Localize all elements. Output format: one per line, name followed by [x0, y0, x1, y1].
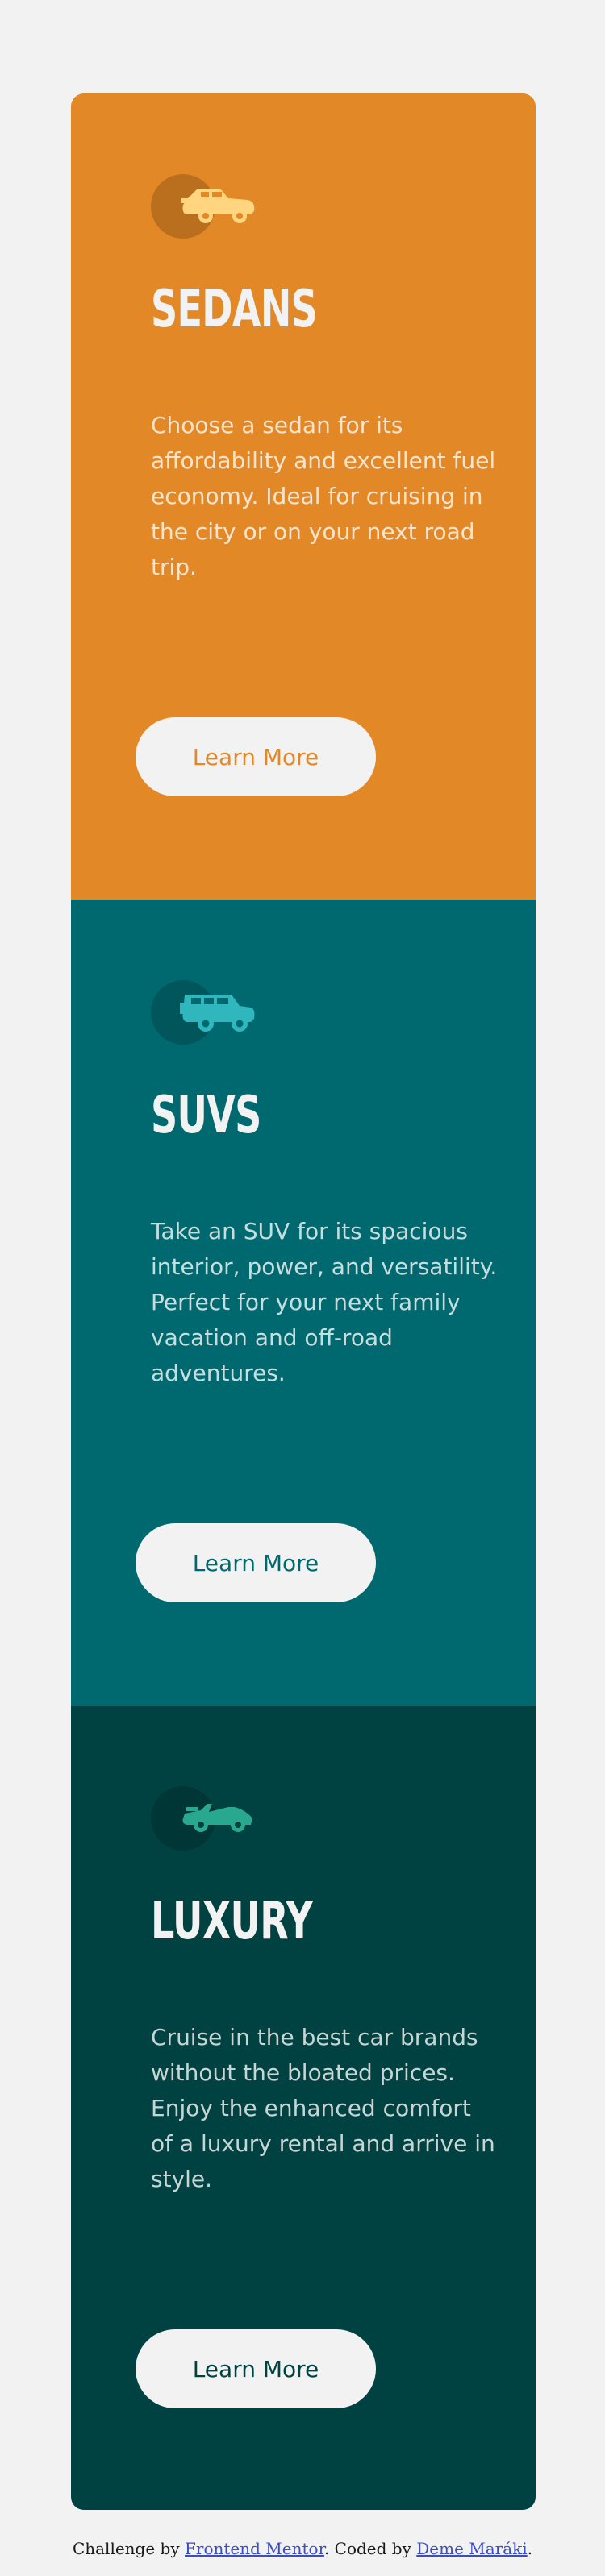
card-description: Choose a sedan for its affordability and… [151, 412, 496, 580]
luxury-card: LUXURY Cruise in the best car brands wit… [71, 1706, 536, 2510]
luxury-car-icon [151, 1786, 256, 1851]
card-title: SEDANS [151, 280, 318, 339]
learn-more-button[interactable]: Learn More [136, 1523, 376, 1602]
attribution-middle: . Coded by [323, 2539, 417, 2558]
card-title: SUVS [151, 1086, 261, 1145]
card-title: LUXURY [151, 1892, 313, 1951]
card-description: Take an SUV for its spacious interior, p… [151, 1218, 498, 1386]
suvs-card: SUVS Take an SUV for its spacious interi… [71, 900, 536, 1706]
sedans-card: SEDANS Choose a sedan for its affordabil… [71, 93, 536, 900]
learn-more-button[interactable]: Learn More [136, 717, 376, 796]
car-cards-container: SEDANS Choose a sedan for its affordabil… [71, 93, 536, 2510]
author-link[interactable]: Deme Maráki [416, 2539, 527, 2558]
suv-car-icon [151, 980, 256, 1045]
learn-more-button[interactable]: Learn More [136, 2329, 376, 2408]
card-description: Cruise in the best car brands without th… [151, 2024, 495, 2192]
attribution: Challenge by Frontend Mentor. Coded by D… [0, 2539, 605, 2558]
sedan-car-icon [151, 174, 256, 239]
attribution-suffix: . [527, 2539, 533, 2558]
attribution-prefix: Challenge by [72, 2539, 186, 2558]
frontend-mentor-link[interactable]: Frontend Mentor [185, 2539, 324, 2558]
